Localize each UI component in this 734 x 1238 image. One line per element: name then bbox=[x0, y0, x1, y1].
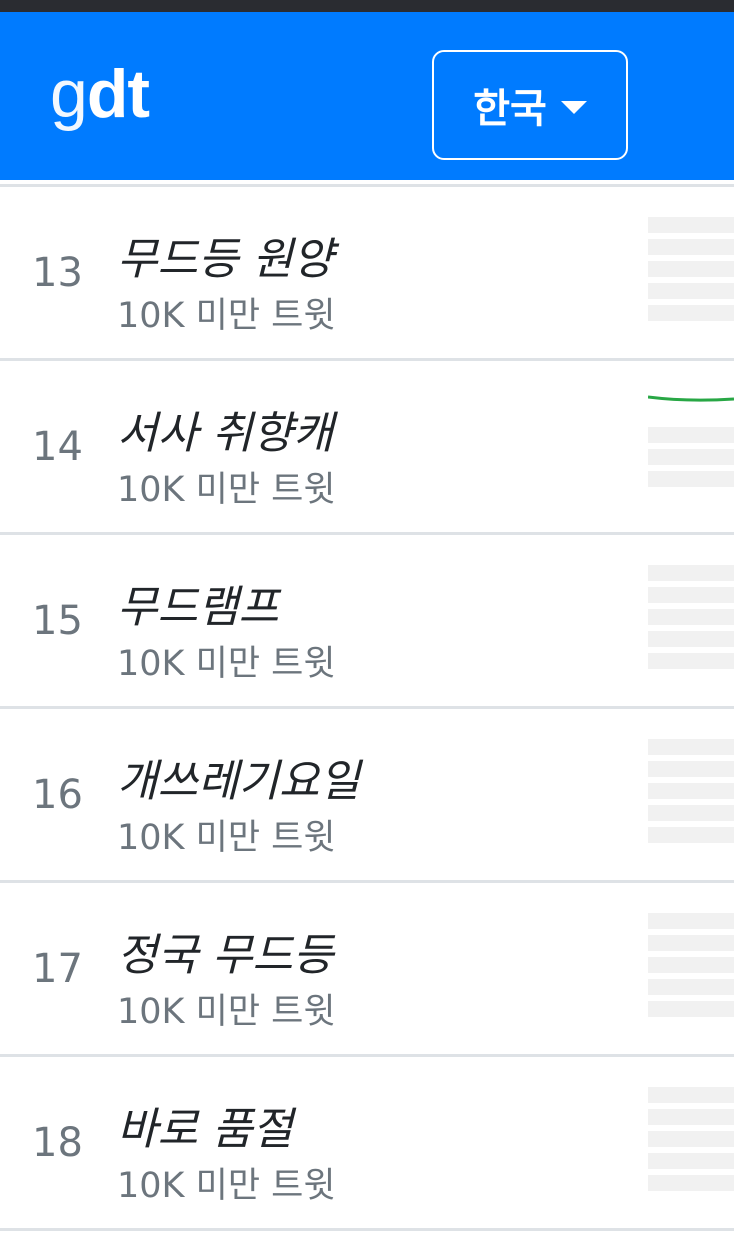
trend-title[interactable]: 바로 품절 bbox=[117, 1093, 293, 1157]
sparkline-placeholder-bar bbox=[648, 427, 734, 443]
status-bar bbox=[0, 0, 734, 12]
trend-title[interactable]: 서사 취향캐 bbox=[117, 397, 333, 461]
sparkline-placeholder-bar bbox=[648, 783, 734, 799]
trend-tweet-count: 10K 미만 트윗 bbox=[117, 992, 336, 1032]
sparkline-placeholder-bar bbox=[648, 827, 734, 843]
sparkline-placeholder-bar bbox=[648, 239, 734, 255]
trend-sparkline bbox=[648, 565, 734, 669]
trend-sparkline bbox=[648, 217, 734, 321]
sparkline-placeholder-bar bbox=[648, 587, 734, 603]
trend-list: 13 무드등 원양 10K 미만 트윗 14 서사 취향캐 10K 미만 트윗 … bbox=[0, 180, 734, 1231]
trend-tweet-count: 10K 미만 트윗 bbox=[117, 296, 336, 336]
sparkline-placeholder-bar bbox=[648, 1109, 734, 1125]
trend-sparkline bbox=[648, 395, 734, 487]
sparkline-placeholder-bar bbox=[648, 609, 734, 625]
trend-rank: 15 bbox=[32, 597, 83, 644]
trend-tweet-count: 10K 미만 트윗 bbox=[117, 470, 336, 510]
trend-rank: 13 bbox=[32, 249, 83, 296]
sparkline-placeholder-bar bbox=[648, 261, 734, 277]
trend-title[interactable]: 정국 무드등 bbox=[117, 919, 333, 983]
sparkline-placeholder-bar bbox=[648, 979, 734, 995]
sparkline-placeholder-bar bbox=[648, 1153, 734, 1169]
trend-title[interactable]: 무드등 원양 bbox=[117, 223, 333, 287]
country-label: 한국 bbox=[473, 86, 547, 132]
sparkline-placeholder-bar bbox=[648, 217, 734, 233]
trend-title[interactable]: 개쓰레기요일 bbox=[117, 745, 360, 809]
logo-thin-part: g bbox=[50, 56, 88, 132]
trend-row[interactable]: 15 무드램프 10K 미만 트윗 bbox=[0, 535, 734, 709]
sparkline-placeholder-bar bbox=[648, 761, 734, 777]
app-header: gdt 한국 bbox=[0, 12, 734, 180]
sparkline-placeholder-bar bbox=[648, 739, 734, 755]
logo-bold-part: dt bbox=[86, 56, 150, 132]
sparkline-placeholder-bar bbox=[648, 935, 734, 951]
sparkline-placeholder-bar bbox=[648, 565, 734, 581]
sparkline-placeholder-bar bbox=[648, 631, 734, 647]
trend-rank: 18 bbox=[32, 1119, 83, 1166]
divider bbox=[0, 180, 734, 187]
trend-row[interactable]: 17 정국 무드등 10K 미만 트윗 bbox=[0, 883, 734, 1057]
sparkline-placeholder-bar bbox=[648, 913, 734, 929]
trend-title[interactable]: 무드램프 bbox=[117, 571, 279, 635]
sparkline-placeholder-bar bbox=[648, 283, 734, 299]
caret-down-icon bbox=[560, 100, 587, 114]
trend-line bbox=[648, 395, 734, 402]
trend-rank: 17 bbox=[32, 945, 83, 992]
trend-row[interactable]: 18 바로 품절 10K 미만 트윗 bbox=[0, 1057, 734, 1231]
sparkline-placeholder-bar bbox=[648, 305, 734, 321]
country-select-button[interactable]: 한국 bbox=[432, 50, 628, 160]
trend-tweet-count: 10K 미만 트윗 bbox=[117, 1166, 336, 1206]
trend-sparkline bbox=[648, 739, 734, 843]
sparkline-placeholder-bar bbox=[648, 1087, 734, 1103]
sparkline-placeholder-bar bbox=[648, 1175, 734, 1191]
trend-row[interactable]: 14 서사 취향캐 10K 미만 트윗 bbox=[0, 361, 734, 535]
sparkline-placeholder-bar bbox=[648, 1001, 734, 1017]
trend-sparkline bbox=[648, 1087, 734, 1191]
sparkline-placeholder-bar bbox=[648, 805, 734, 821]
sparkline-placeholder-bar bbox=[648, 471, 734, 487]
sparkline-placeholder-bar bbox=[648, 957, 734, 973]
trend-rank: 16 bbox=[32, 771, 83, 818]
trend-sparkline bbox=[648, 913, 734, 1017]
trend-row[interactable]: 13 무드등 원양 10K 미만 트윗 bbox=[0, 187, 734, 361]
sparkline-placeholder-bar bbox=[648, 653, 734, 669]
sparkline-placeholder-bar bbox=[648, 449, 734, 465]
trend-row[interactable]: 16 개쓰레기요일 10K 미만 트윗 bbox=[0, 709, 734, 883]
logo[interactable]: gdt bbox=[50, 54, 150, 134]
sparkline-placeholder-bar bbox=[648, 1131, 734, 1147]
trend-tweet-count: 10K 미만 트윗 bbox=[117, 818, 336, 858]
trend-tweet-count: 10K 미만 트윗 bbox=[117, 644, 336, 684]
trend-rank: 14 bbox=[32, 423, 83, 470]
